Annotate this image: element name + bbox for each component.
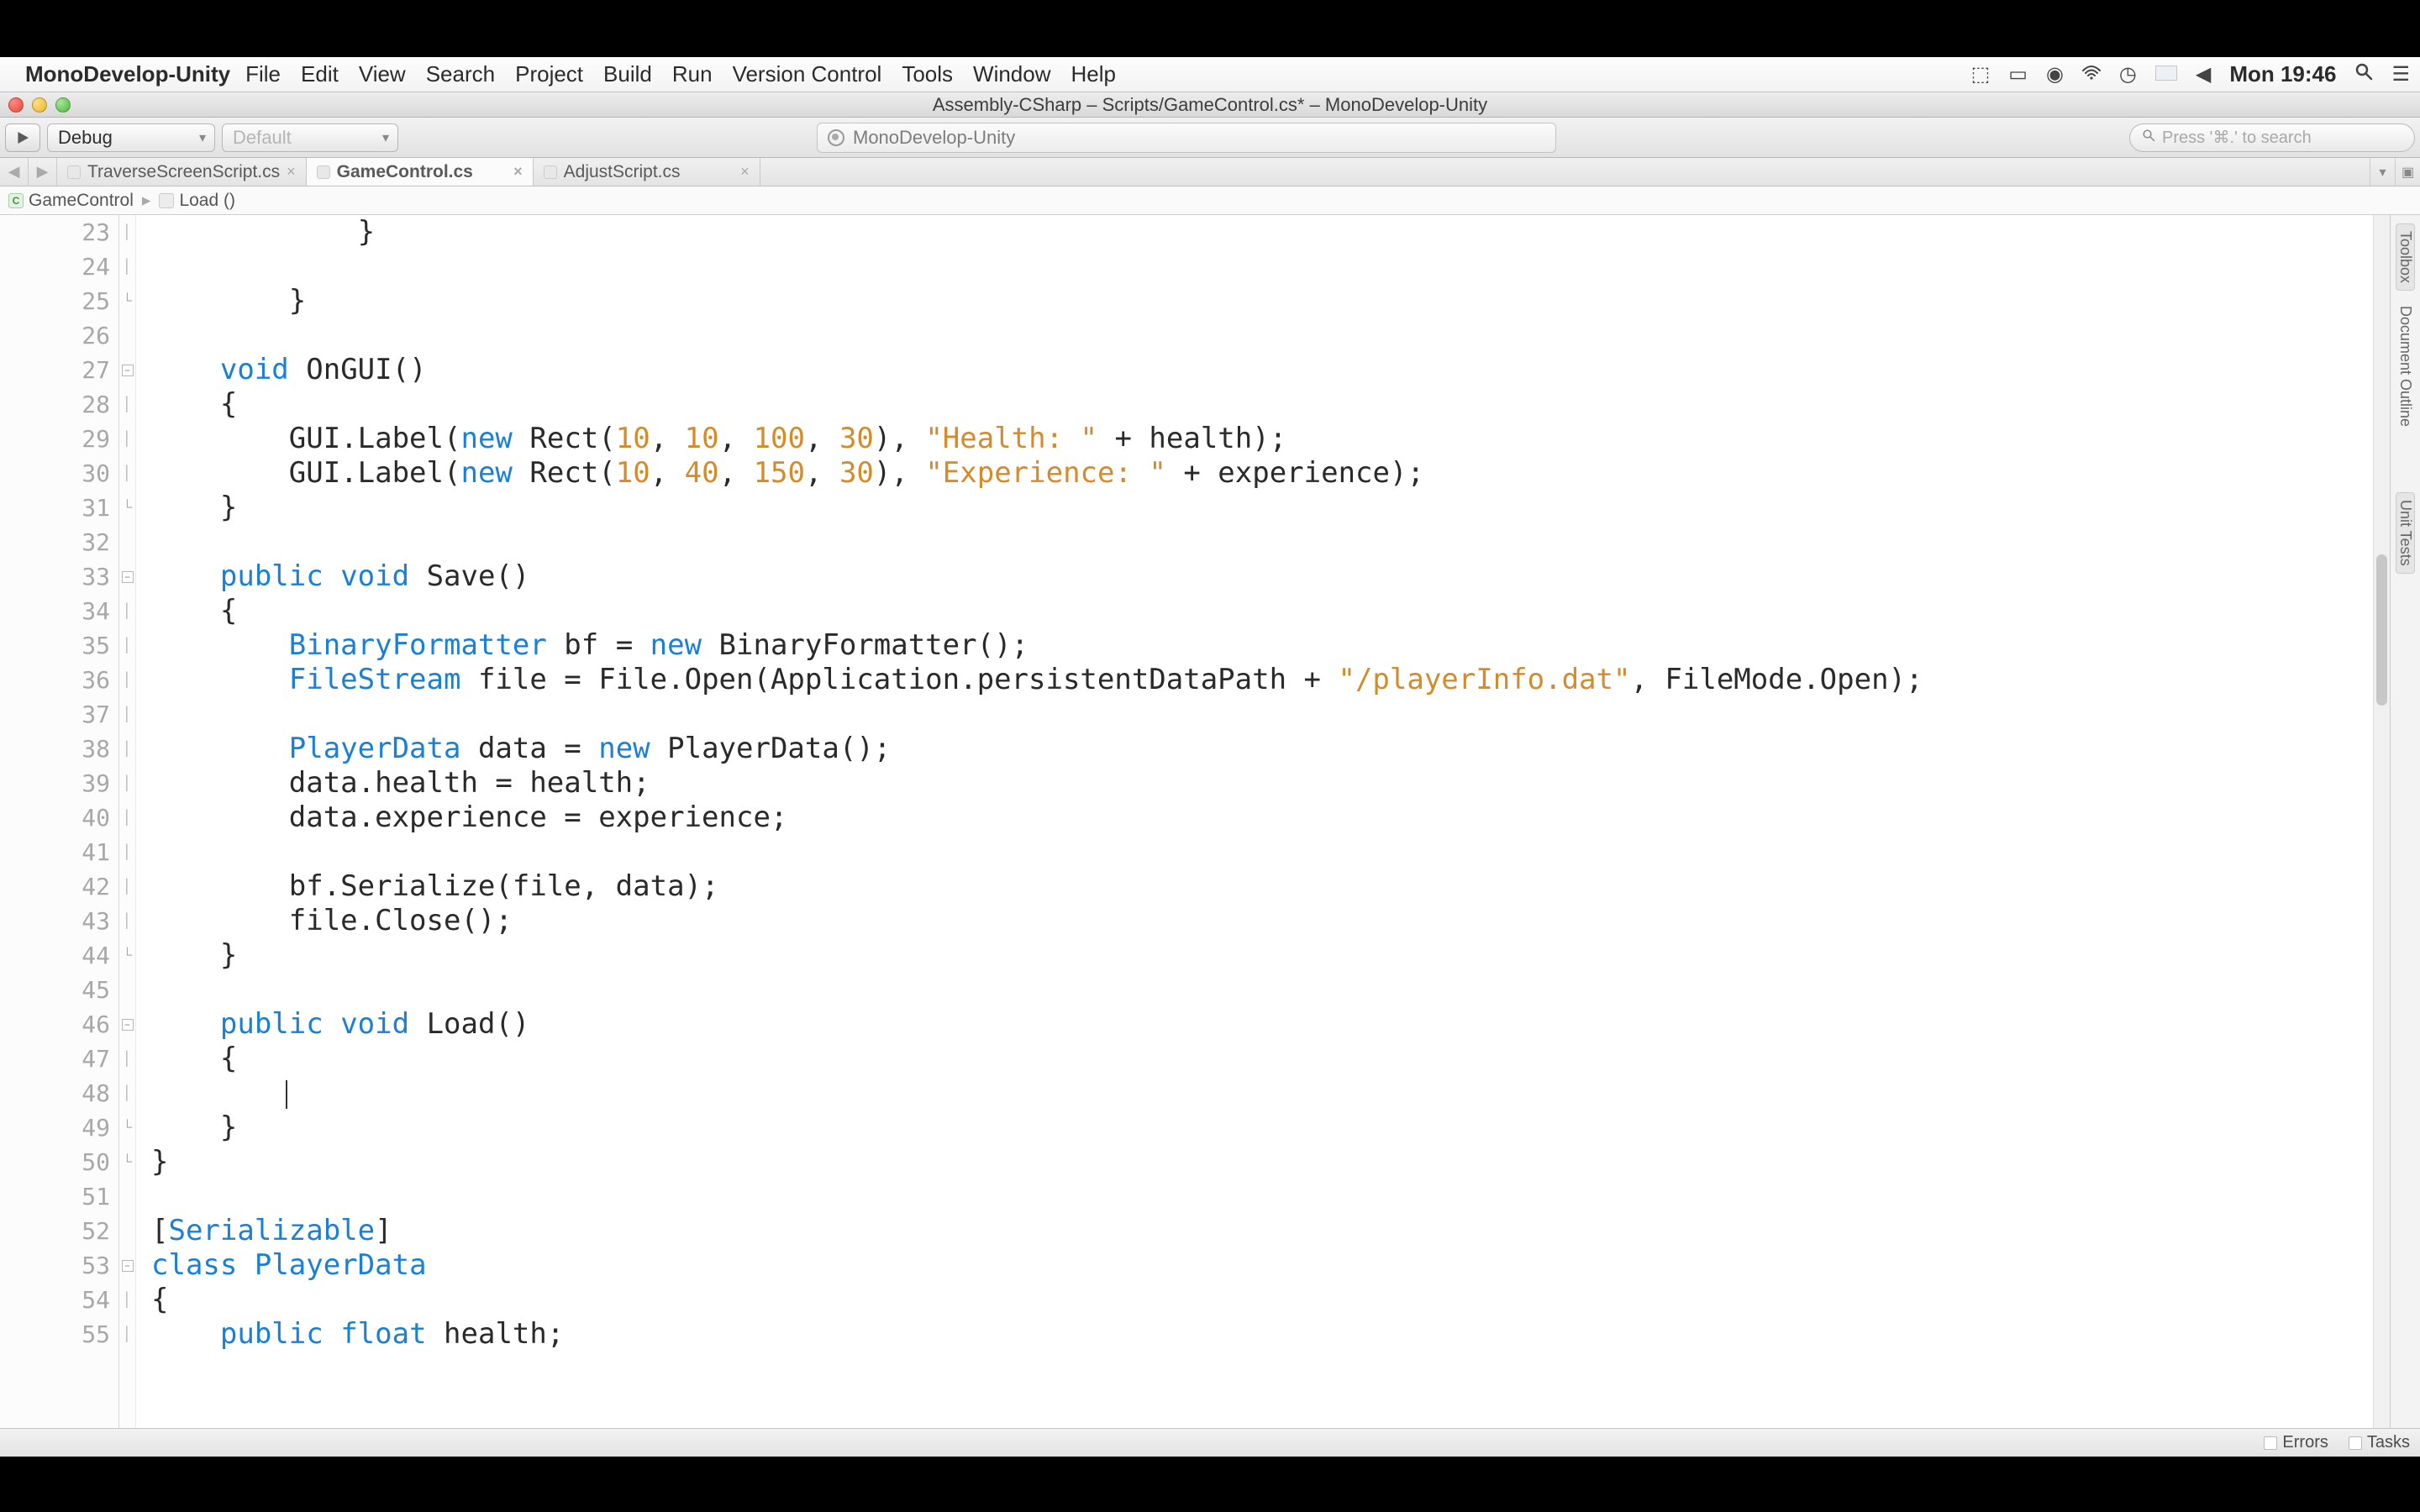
timemachine-icon[interactable]: ◷ — [2119, 62, 2137, 87]
search-placeholder: Press '⌘.' to search — [2162, 127, 2312, 148]
fold-toggle[interactable]: − — [122, 1260, 134, 1272]
macos-menubar: MonoDevelop-Unity File Edit View Search … — [0, 57, 2420, 92]
vertical-scrollbar[interactable] — [2373, 215, 2390, 1428]
fold-toggle[interactable]: − — [122, 365, 134, 376]
editor-tabstrip: ◀ ▶ TraverseScreenScript.cs × GameContro… — [0, 158, 2420, 186]
menu-help[interactable]: Help — [1071, 61, 1116, 87]
configuration-label: Debug — [58, 127, 113, 149]
target-label: Default — [233, 127, 292, 149]
window-titlebar: Assembly-CSharp – Scripts/GameControl.cs… — [0, 92, 2420, 118]
chevron-right-icon: ▸ — [142, 190, 151, 211]
fold-toggle[interactable]: − — [122, 1019, 134, 1031]
solution-pad-icon[interactable]: ▣ — [2395, 158, 2420, 186]
breadcrumb-file-label: GameControl — [29, 191, 134, 211]
nav-back-button[interactable]: ◀ — [0, 158, 29, 186]
tasks-icon — [2349, 1436, 2362, 1450]
dropbox-icon[interactable]: ⬚ — [1971, 62, 1991, 87]
configuration-selector[interactable]: Debug — [47, 123, 215, 152]
menu-window[interactable]: Window — [973, 61, 1050, 87]
tasks-pad-button[interactable]: Tasks — [2349, 1433, 2410, 1452]
sync-icon[interactable]: ◉ — [2046, 62, 2064, 87]
toolbar: Debug Default MonoDevelop-Unity Press '⌘… — [0, 118, 2420, 158]
close-icon[interactable]: × — [740, 163, 750, 181]
spotlight-icon[interactable] — [2354, 62, 2373, 87]
status-bar: Errors Tasks — [0, 1428, 2420, 1457]
target-selector[interactable]: Default — [222, 123, 398, 152]
tab-traverse[interactable]: TraverseScreenScript.cs × — [57, 158, 307, 186]
scrollbar-thumb[interactable] — [2376, 554, 2387, 706]
method-icon — [159, 193, 174, 208]
flag-icon[interactable] — [2155, 63, 2177, 87]
tasks-label: Tasks — [2367, 1433, 2410, 1452]
breadcrumb-member-label: Load () — [179, 191, 235, 211]
fold-toggle[interactable]: − — [122, 571, 134, 583]
search-icon — [2142, 128, 2155, 147]
errors-icon — [2264, 1436, 2277, 1450]
close-icon[interactable]: × — [287, 163, 296, 181]
menu-build[interactable]: Build — [603, 61, 652, 87]
code-editor[interactable]: 2324252627282930313233343536373839404142… — [0, 215, 2390, 1428]
panel-document-outline[interactable]: Document Outline — [2396, 299, 2414, 433]
status-box: MonoDevelop-Unity — [817, 123, 1556, 153]
tab-label: GameControl.cs — [337, 162, 473, 182]
line-number-gutter: 2324252627282930313233343536373839404142… — [0, 215, 119, 1428]
code-area[interactable]: } } void OnGUI() { GUI.Label(new Rect(10… — [136, 215, 2390, 1428]
fold-gutter[interactable]: ││└−│││└−││││││││││└−││└└−││ — [119, 215, 136, 1428]
panel-unit-tests[interactable]: Unit Tests — [2396, 492, 2415, 574]
breadcrumb-member[interactable]: Load () — [159, 191, 235, 211]
csharp-file-icon — [67, 165, 81, 179]
menu-run[interactable]: Run — [672, 61, 713, 87]
clock[interactable]: Mon 19:46 — [2229, 61, 2336, 87]
tab-label: TraverseScreenScript.cs — [87, 162, 280, 182]
tab-adjust[interactable]: AdjustScript.cs × — [534, 158, 760, 186]
status-icon — [828, 129, 844, 146]
wifi-icon[interactable] — [2082, 63, 2101, 87]
breadcrumb-type[interactable]: C GameControl — [8, 191, 134, 211]
notification-center-icon[interactable]: ☰ — [2391, 62, 2410, 87]
menu-version-control[interactable]: Version Control — [733, 61, 882, 87]
breadcrumb: C GameControl ▸ Load () — [0, 186, 2420, 215]
menu-project[interactable]: Project — [515, 61, 583, 87]
tab-gamecontrol[interactable]: GameControl.cs × — [307, 158, 534, 186]
close-icon[interactable]: × — [513, 163, 523, 181]
menu-tools[interactable]: Tools — [902, 61, 953, 87]
volume-icon[interactable]: ◀ — [2196, 62, 2211, 87]
errors-label: Errors — [2282, 1433, 2328, 1452]
right-panel-strip: Toolbox Document Outline Unit Tests — [2390, 215, 2420, 1428]
app-menu[interactable]: MonoDevelop-Unity — [25, 61, 230, 87]
errors-pad-button[interactable]: Errors — [2264, 1433, 2328, 1452]
tab-overflow-button[interactable]: ▾ — [2370, 158, 2395, 186]
csharp-file-icon — [317, 165, 330, 179]
csharp-file-icon — [544, 165, 557, 179]
window-title: Assembly-CSharp – Scripts/GameControl.cs… — [0, 94, 2420, 116]
menu-view[interactable]: View — [359, 61, 406, 87]
tab-label: AdjustScript.cs — [564, 162, 681, 182]
class-icon: C — [8, 193, 24, 208]
nav-forward-button[interactable]: ▶ — [29, 158, 57, 186]
search-input[interactable]: Press '⌘.' to search — [2129, 123, 2415, 152]
display-icon[interactable]: ▭ — [2008, 62, 2028, 87]
run-button[interactable] — [5, 123, 40, 152]
status-text: MonoDevelop-Unity — [853, 127, 1015, 149]
menu-search[interactable]: Search — [426, 61, 495, 87]
menu-edit[interactable]: Edit — [301, 61, 339, 87]
menu-file[interactable]: File — [245, 61, 281, 87]
panel-toolbox[interactable]: Toolbox — [2396, 223, 2415, 291]
